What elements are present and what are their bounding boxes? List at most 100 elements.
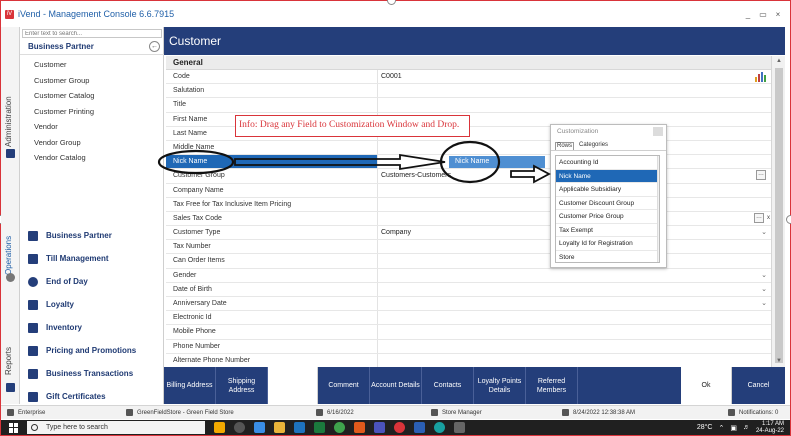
chevron-down-icon[interactable]: ⌄: [761, 283, 767, 297]
scroll-down-icon[interactable]: ▼: [775, 357, 783, 365]
customization-item[interactable]: Applicable Subsidiary: [556, 183, 659, 197]
grid-row[interactable]: Tax Free for Tax Inclusive Item Pricing: [166, 197, 771, 212]
grid-row-label[interactable]: Nick Name: [166, 155, 378, 169]
bar-chart-icon[interactable]: [754, 71, 768, 82]
resize-handle-right[interactable]: [786, 215, 791, 224]
grid-row-label[interactable]: Anniversary Date: [166, 297, 378, 311]
close-icon[interactable]: [653, 127, 663, 136]
grid-row-value[interactable]: ⌄: [378, 269, 771, 282]
taskbar-clock[interactable]: 1:17 AM 24-Aug-22: [756, 421, 784, 435]
customization-item[interactable]: Customer Discount Group: [556, 197, 659, 210]
grid-row-value[interactable]: [378, 325, 771, 338]
grid-row[interactable]: Gender ⌄: [166, 268, 771, 283]
customization-window[interactable]: Customization Rows Categories Accounting…: [550, 124, 667, 268]
customization-item[interactable]: Accounting Id: [556, 156, 659, 170]
toolbar-button-loyalty-points-details[interactable]: Loyalty Points Details: [474, 367, 526, 404]
cancel-button[interactable]: Cancel: [732, 367, 785, 404]
grid-row-label[interactable]: Salutation: [166, 84, 378, 98]
grid-row-label[interactable]: Tax Free for Tax Inclusive Item Pricing: [166, 197, 378, 211]
grid-row[interactable]: Electronic Id: [166, 311, 771, 326]
grid-row[interactable]: Salutation: [166, 84, 771, 99]
grid-row-label[interactable]: Code: [166, 70, 378, 84]
windows-start-icon[interactable]: [9, 422, 19, 433]
grid-row[interactable]: Tax Number: [166, 240, 771, 255]
grid-row[interactable]: Code C0001: [166, 70, 771, 85]
grid-row-label[interactable]: Title: [166, 98, 378, 112]
search-input[interactable]: [22, 29, 162, 38]
nav-business-partner[interactable]: Business Partner: [20, 224, 164, 247]
speaker-icon[interactable]: ♬: [743, 424, 750, 431]
grid-row[interactable]: Customer Group Customers-Customers…: [166, 169, 771, 184]
grid-row-label[interactable]: Phone Number: [166, 339, 378, 353]
ellipsis-button[interactable]: …: [756, 170, 766, 181]
grid-row-value[interactable]: [378, 84, 771, 97]
grid-row-label[interactable]: Gender: [166, 268, 378, 282]
status-notifications[interactable]: Notifications: 0: [728, 409, 778, 416]
grid-row-value[interactable]: [378, 311, 771, 324]
sidebar-item-customer-printing[interactable]: Customer Printing: [20, 104, 164, 120]
grid-row-label[interactable]: Electronic Id: [166, 311, 378, 325]
customization-item[interactable]: Loyalty Id for Registration: [556, 237, 659, 251]
customization-item[interactable]: Customer Price Group: [556, 210, 659, 224]
chevron-down-icon[interactable]: ⌄: [761, 269, 767, 283]
grid-row[interactable]: Sales Tax Code… x: [166, 211, 771, 227]
nav-loyalty[interactable]: Loyalty: [20, 293, 164, 316]
toolbar-button-billing-address[interactable]: Billing Address: [164, 367, 216, 404]
grid-row[interactable]: Title: [166, 98, 771, 113]
tray-chevron-icon[interactable]: ⌃: [718, 424, 724, 432]
grid-row[interactable]: Phone Number: [166, 339, 771, 354]
taskbar-app-icon[interactable]: [314, 422, 325, 433]
grid-row-value[interactable]: [378, 354, 771, 367]
grid-row-value[interactable]: ⌄: [378, 283, 771, 296]
chevron-down-icon[interactable]: ⌄: [761, 226, 767, 240]
taskbar-app-icon[interactable]: [334, 422, 345, 433]
taskbar-app-icon[interactable]: [374, 422, 385, 433]
grid-row-label[interactable]: Sales Tax Code: [166, 211, 378, 226]
chevron-down-icon[interactable]: ⌄: [761, 297, 767, 311]
grid-row-label[interactable]: Mobile Phone: [166, 325, 378, 339]
tab-rows[interactable]: Rows: [555, 142, 575, 150]
scrollbar-thumb[interactable]: [659, 168, 660, 218]
grid-row-label[interactable]: Customer Group: [166, 169, 378, 183]
sidebar-item-customer-group[interactable]: Customer Group: [20, 73, 164, 89]
taskbar-app-icon[interactable]: [294, 422, 305, 433]
toolbar-button-comment[interactable]: Comment: [318, 367, 370, 404]
grid-row[interactable]: Customer Type Company ⌄: [166, 226, 771, 241]
section-general[interactable]: General: [166, 56, 771, 70]
scroll-up-icon[interactable]: ▲: [775, 57, 783, 65]
tab-categories[interactable]: Categories: [578, 142, 609, 150]
rail-reports[interactable]: Reports: [4, 347, 13, 375]
scrollbar-thumb[interactable]: [775, 68, 783, 363]
ok-button[interactable]: Ok: [681, 367, 732, 404]
sidebar-item-vendor[interactable]: Vendor: [20, 119, 164, 135]
grid-scrollbar[interactable]: ▲ ▼: [771, 56, 785, 367]
maximize-icon[interactable]: ▭: [759, 10, 767, 19]
weather-text[interactable]: 28°C: [697, 424, 713, 431]
nav-till-management[interactable]: Till Management: [20, 247, 164, 270]
sidebar-item-vendor-group[interactable]: Vendor Group: [20, 135, 164, 151]
grid-row-value[interactable]: [378, 98, 771, 111]
minimize-icon[interactable]: _: [744, 10, 752, 19]
sidebar-item-customer-catalog[interactable]: Customer Catalog: [20, 88, 164, 104]
taskbar-app-icon[interactable]: [274, 422, 285, 433]
taskbar-app-icon[interactable]: [214, 422, 225, 433]
toolbar-button-account-details[interactable]: Account Details: [370, 367, 422, 404]
toolbar-button-contacts[interactable]: Contacts: [422, 367, 474, 404]
nav-pricing-and-promotions[interactable]: Pricing and Promotions: [20, 339, 164, 362]
network-icon[interactable]: ▣: [730, 424, 737, 432]
taskbar-app-icon[interactable]: [354, 422, 365, 433]
grid-row-label[interactable]: Alternate Phone Number: [166, 353, 378, 367]
grid-row[interactable]: Alternate Phone Number: [166, 353, 771, 367]
taskbar-app-icon[interactable]: [394, 422, 405, 433]
close-icon[interactable]: ×: [774, 10, 782, 19]
toolbar-button-shipping-address[interactable]: Shipping Address: [216, 367, 268, 404]
customization-item[interactable]: Tax Exempt: [556, 224, 659, 237]
grid-row-label[interactable]: Date of Birth: [166, 282, 378, 296]
grid-row-label[interactable]: Middle Name: [166, 140, 378, 155]
grid-row[interactable]: Date of Birth ⌄: [166, 282, 771, 297]
taskbar-app-icon[interactable]: [254, 422, 265, 433]
drag-ghost-field[interactable]: Nick Name: [449, 156, 545, 168]
ellipsis-button[interactable]: …: [754, 212, 764, 223]
taskbar-app-icon[interactable]: [434, 422, 445, 433]
grid-row-value[interactable]: [378, 340, 771, 353]
